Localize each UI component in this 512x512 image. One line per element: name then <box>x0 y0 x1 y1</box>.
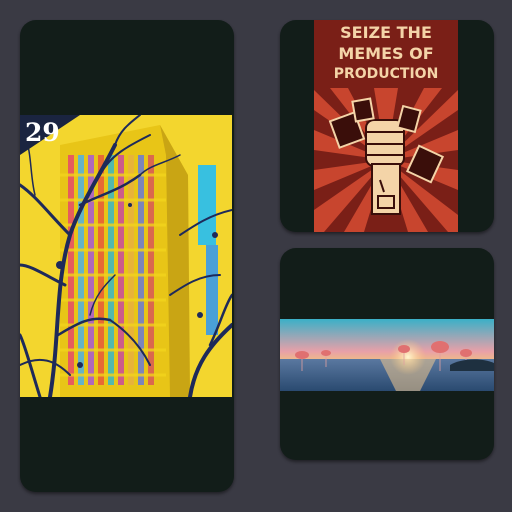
media-card-bottom-right[interactable] <box>280 248 494 460</box>
propaganda-poster-image: SEIZE THE MEMES OF PRODUCTION <box>314 20 458 232</box>
gallery-canvas: 29 SEIZE THE MEMES OF PRODUCTION <box>0 0 512 512</box>
poster-headline-line-3: PRODUCTION <box>333 66 439 82</box>
poster-headline-line-2: MEMES OF <box>338 44 434 63</box>
poster-headline-line-1: SEIZE THE <box>340 23 432 42</box>
sunset-panorama-image <box>280 319 494 391</box>
media-card-top-right[interactable]: SEIZE THE MEMES OF PRODUCTION <box>280 20 494 232</box>
badge-number: 29 <box>25 118 60 147</box>
media-card-left[interactable]: 29 <box>20 20 234 492</box>
building-artwork-image: 29 <box>20 115 232 397</box>
